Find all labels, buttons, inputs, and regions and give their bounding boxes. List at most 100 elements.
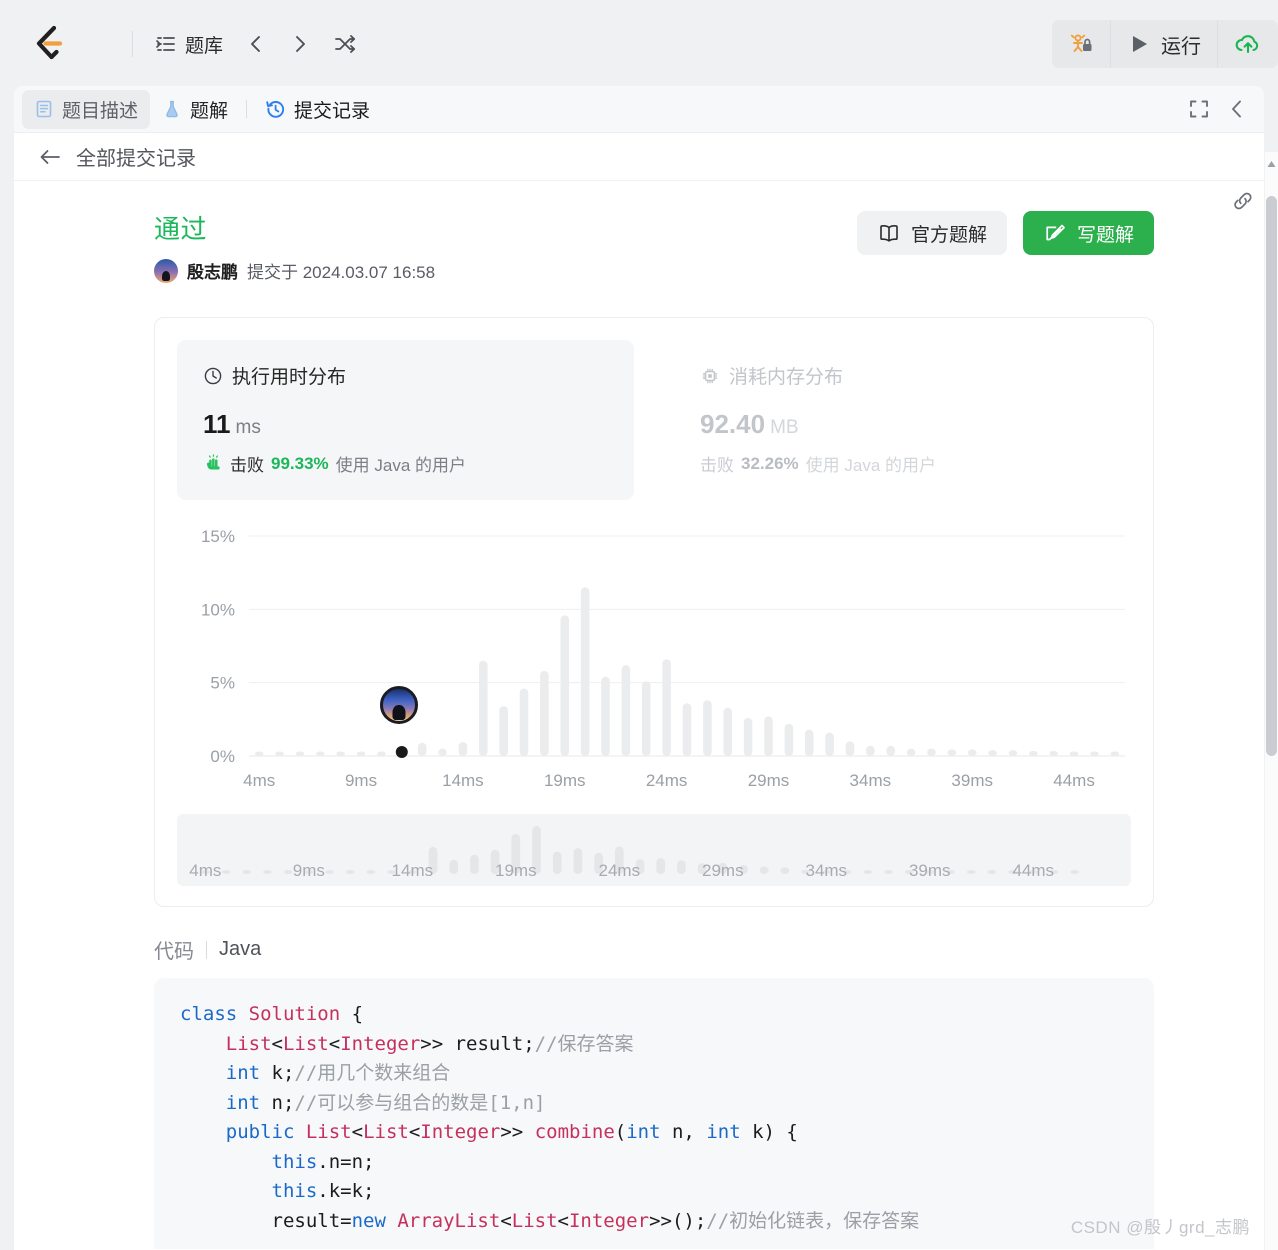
clock-icon bbox=[203, 366, 223, 386]
svg-text:14ms: 14ms bbox=[442, 771, 484, 790]
svg-text:4ms: 4ms bbox=[189, 861, 221, 880]
collapse-panel-icon[interactable] bbox=[1226, 98, 1248, 120]
memory-beat-prefix: 击败 bbox=[700, 456, 734, 475]
code-header-separator bbox=[206, 940, 207, 959]
submissions-subheader: 全部提交记录 bbox=[14, 133, 1264, 210]
user-avatar-marker[interactable] bbox=[379, 686, 418, 724]
chart-svg: 0% 5% 10% 15% 4ms 9ms 14ms 19ms 24ms 29ms 34ms 39ms… bbox=[201, 527, 1125, 790]
tabbar-right-actions bbox=[1188, 98, 1256, 120]
svg-text:5%: 5% bbox=[210, 674, 235, 693]
code-label: 代码 bbox=[154, 941, 194, 963]
tab-description[interactable]: 题目描述 bbox=[22, 89, 151, 129]
avatar bbox=[154, 258, 178, 283]
watermark: CSDN @殷丿grd_志鹏 bbox=[1070, 1218, 1250, 1237]
document-icon bbox=[34, 99, 54, 119]
write-solution-button[interactable]: 写题解 bbox=[1022, 211, 1154, 255]
next-problem-button[interactable] bbox=[281, 26, 319, 62]
chart-range-slider[interactable]: 4ms 9ms 14ms 19ms 24ms 29ms 34ms 39ms 44ms bbox=[177, 814, 1131, 886]
book-icon bbox=[877, 222, 901, 244]
runtime-beat-percent: 99.33% bbox=[271, 453, 329, 473]
main-panel: 题目描述 题解 提交记录 全部提交记录 通过 殷志鹏 提交于 2024.03.0… bbox=[14, 86, 1264, 1250]
memory-stat-title: 消耗内存分布 bbox=[729, 367, 844, 388]
submit-button[interactable] bbox=[1217, 20, 1278, 68]
flask-icon bbox=[162, 99, 182, 119]
memory-value-row: 92.40 MB bbox=[700, 409, 1105, 440]
cloud-upload-icon bbox=[1234, 31, 1262, 57]
run-button[interactable]: 运行 bbox=[1110, 20, 1217, 68]
submission-content: 通过 殷志鹏 提交于 2024.03.07 16:58 官方题解 写题解 执行用… bbox=[14, 181, 1264, 1249]
official-solution-button[interactable]: 官方题解 bbox=[856, 211, 1007, 255]
list-icon bbox=[155, 33, 177, 55]
runtime-value-row: 11 ms bbox=[203, 409, 608, 440]
content-inner: 通过 殷志鹏 提交于 2024.03.07 16:58 官方题解 写题解 执行用… bbox=[154, 209, 1154, 1249]
submit-time: 提交于 2024.03.07 16:58 bbox=[247, 263, 436, 282]
runtime-value: 11 bbox=[203, 409, 231, 439]
tab-submissions[interactable]: 提交记录 bbox=[253, 90, 382, 129]
chevron-right-icon bbox=[289, 33, 311, 55]
history-icon bbox=[265, 99, 286, 120]
leetcode-logo-link[interactable] bbox=[0, 24, 96, 64]
svg-text:29ms: 29ms bbox=[702, 861, 744, 880]
svg-text:39ms: 39ms bbox=[951, 771, 993, 790]
svg-text:44ms: 44ms bbox=[1012, 861, 1054, 880]
slider-svg: 4ms 9ms 14ms 19ms 24ms 29ms 34ms 39ms 44ms bbox=[189, 826, 1079, 880]
svg-text:24ms: 24ms bbox=[599, 861, 641, 880]
verdict-status: 通过 bbox=[154, 214, 208, 244]
problems-label: 题库 bbox=[185, 35, 224, 57]
official-solution-label: 官方题解 bbox=[910, 224, 987, 246]
memory-beat-row: 击败 32.26% 使用 Java 的用户 bbox=[700, 451, 1105, 476]
svg-text:44ms: 44ms bbox=[1053, 771, 1095, 790]
result-info: 通过 殷志鹏 提交于 2024.03.07 16:58 bbox=[154, 209, 857, 283]
problems-button[interactable]: 题库 bbox=[147, 24, 231, 65]
user-name[interactable]: 殷志鹏 bbox=[187, 258, 238, 283]
leetcode-submission-page: 题库 运行 题目描述 题解 提交记录 全部提交记录 通过 殷志鹏 提交于 202… bbox=[0, 0, 1278, 1250]
prev-problem-button[interactable] bbox=[237, 26, 275, 62]
nav-group: 题库 bbox=[147, 24, 365, 65]
scroll-up-icon[interactable] bbox=[1266, 156, 1277, 174]
tab-solutions-label: 题解 bbox=[190, 100, 229, 122]
write-solution-label: 写题解 bbox=[1076, 224, 1134, 246]
runtime-distribution-chart[interactable]: 0% 5% 10% 15% 4ms 9ms 14ms 19ms 24ms 29ms 34ms 39ms… bbox=[177, 518, 1131, 808]
tab-solutions[interactable]: 题解 bbox=[150, 90, 240, 129]
debug-lock-icon bbox=[1068, 31, 1094, 57]
debug-button[interactable] bbox=[1052, 20, 1110, 68]
code-box: class Solution { List<List<Integer>> res… bbox=[154, 978, 1154, 1249]
leetcode-logo-icon bbox=[36, 25, 63, 60]
runtime-stat-head: 执行用时分布 bbox=[203, 362, 608, 389]
run-label: 运行 bbox=[1161, 35, 1201, 58]
chip-icon bbox=[700, 366, 720, 386]
code-content: class Solution { List<List<Integer>> res… bbox=[180, 1003, 920, 1232]
svg-text:15%: 15% bbox=[201, 527, 235, 546]
stat-tabs: 执行用时分布 11 ms 击败 99.33% 使用 Java 的用户 消耗内存分… bbox=[177, 340, 1131, 500]
tab-submissions-label: 提交记录 bbox=[294, 100, 371, 122]
memory-unit: MB bbox=[770, 417, 799, 438]
code-header: 代码 Java bbox=[154, 935, 1154, 964]
svg-text:34ms: 34ms bbox=[805, 861, 847, 880]
runtime-beat-row: 击败 99.33% 使用 Java 的用户 bbox=[203, 451, 608, 476]
fullscreen-icon[interactable] bbox=[1188, 98, 1210, 120]
memory-value: 92.40 bbox=[700, 409, 766, 439]
svg-text:19ms: 19ms bbox=[495, 861, 537, 880]
code-language: Java bbox=[219, 938, 262, 960]
back-to-all-submissions-button[interactable] bbox=[38, 147, 62, 167]
svg-text:29ms: 29ms bbox=[748, 771, 790, 790]
memory-beat-suffix: 使用 Java 的用户 bbox=[805, 456, 937, 475]
random-problem-button[interactable] bbox=[325, 26, 365, 62]
svg-text:19ms: 19ms bbox=[544, 771, 586, 790]
svg-text:10%: 10% bbox=[201, 600, 235, 619]
pencil-icon bbox=[1043, 222, 1067, 244]
runtime-stat-tab[interactable]: 执行用时分布 11 ms 击败 99.33% 使用 Java 的用户 bbox=[177, 340, 634, 500]
top-navigation-bar: 题库 运行 bbox=[0, 4, 1278, 84]
subheader-title: 全部提交记录 bbox=[76, 148, 196, 170]
run-submit-bar: 运行 bbox=[1052, 20, 1278, 68]
page-scrollbar[interactable] bbox=[1265, 152, 1278, 1250]
runtime-beat-prefix: 击败 bbox=[230, 456, 264, 475]
view-more-button[interactable]: 查看更多 bbox=[180, 1236, 1128, 1249]
memory-stat-head: 消耗内存分布 bbox=[700, 362, 1105, 389]
runtime-stat-title: 执行用时分布 bbox=[232, 367, 347, 388]
svg-text:9ms: 9ms bbox=[293, 861, 325, 880]
memory-stat-tab[interactable]: 消耗内存分布 92.40 MB 击败 32.26% 使用 Java 的用户 bbox=[674, 340, 1131, 500]
nav-divider bbox=[132, 31, 133, 57]
result-row: 通过 殷志鹏 提交于 2024.03.07 16:58 官方题解 写题解 bbox=[154, 209, 1154, 283]
scrollbar-thumb[interactable] bbox=[1266, 196, 1277, 756]
